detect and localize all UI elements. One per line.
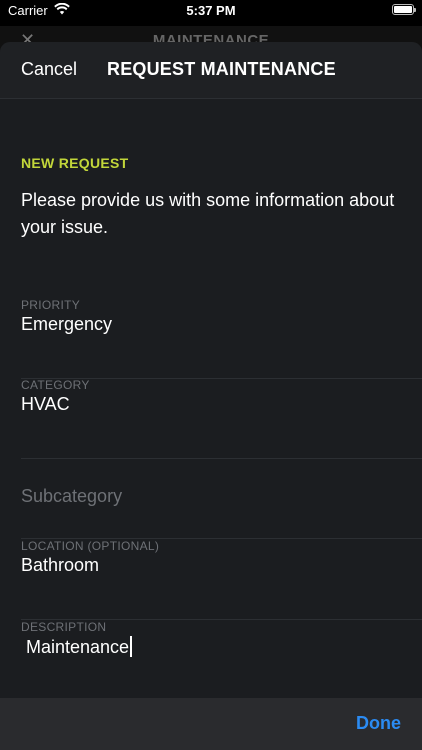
location-value: Bathroom bbox=[21, 555, 100, 575]
text-caret bbox=[130, 636, 132, 657]
intro-text: Please provide us with some information … bbox=[21, 190, 395, 237]
category-label: CATEGORY bbox=[21, 378, 90, 392]
description-label: DESCRIPTION bbox=[21, 620, 107, 634]
subcategory-placeholder: Subcategory bbox=[21, 486, 123, 506]
nav-bar: Cancel REQUEST MAINTENANCE bbox=[0, 42, 422, 99]
request-maintenance-sheet: Cancel REQUEST MAINTENANCE NEW REQUEST P… bbox=[0, 42, 422, 750]
cancel-button[interactable]: Cancel bbox=[21, 59, 77, 80]
priority-field[interactable]: PRIORITY Emergency bbox=[21, 298, 422, 379]
screen: Carrier 5:37 PM ✕ MAINTENANCE Cancel REQ… bbox=[0, 0, 422, 750]
section-label: NEW REQUEST bbox=[21, 155, 129, 171]
battery-icon bbox=[392, 4, 416, 15]
description-field[interactable]: DESCRIPTION Maintenance bbox=[21, 620, 422, 700]
location-label: LOCATION (OPTIONAL) bbox=[21, 539, 160, 553]
priority-value: Emergency bbox=[21, 314, 113, 334]
page-title: REQUEST MAINTENANCE bbox=[107, 59, 336, 79]
description-value: Maintenance bbox=[26, 637, 130, 657]
keyboard-accessory-bar: Done bbox=[0, 698, 422, 750]
done-button[interactable]: Done bbox=[356, 713, 401, 734]
priority-label: PRIORITY bbox=[21, 298, 81, 312]
subcategory-field[interactable]: Subcategory bbox=[21, 458, 422, 539]
category-field[interactable]: CATEGORY HVAC bbox=[21, 378, 422, 459]
description-input[interactable]: Maintenance bbox=[26, 636, 132, 658]
status-bar: Carrier 5:37 PM bbox=[0, 0, 422, 22]
category-value: HVAC bbox=[21, 394, 70, 414]
status-time: 5:37 PM bbox=[186, 3, 236, 18]
location-field[interactable]: LOCATION (OPTIONAL) Bathroom bbox=[21, 539, 422, 620]
